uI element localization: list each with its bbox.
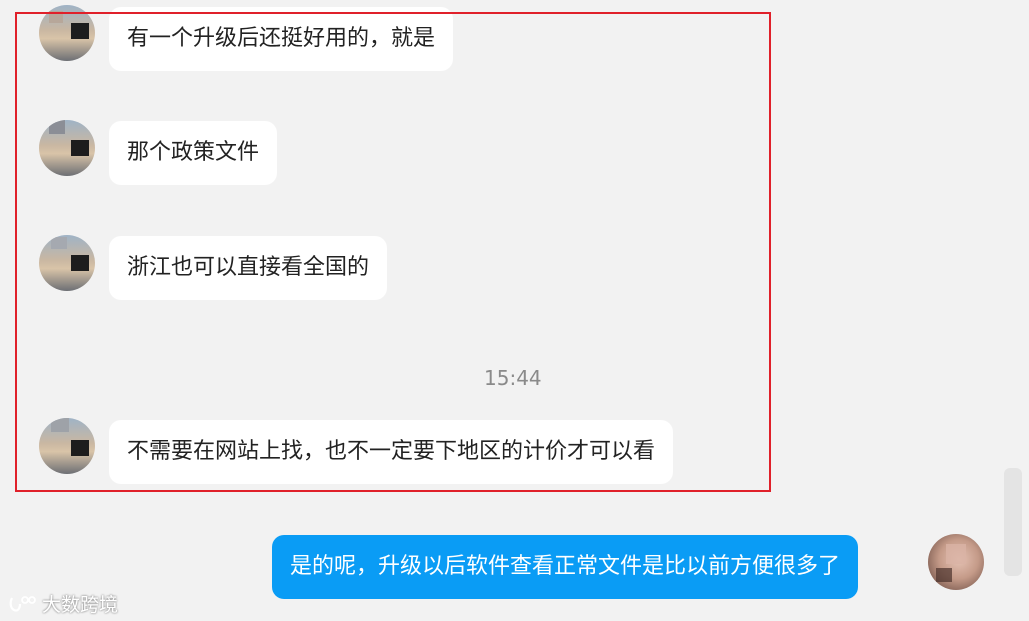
outgoing-message-bubble[interactable]: 是的呢，升级以后软件查看正常文件是比以前方便很多了 xyxy=(272,535,859,599)
watermark: 大数跨境 xyxy=(8,590,118,617)
my-avatar[interactable] xyxy=(928,534,984,590)
chat-window: 有一个升级后还挺好用的，就是 那个政策文件 浙江也可以直接看全国的 15:44 … xyxy=(0,0,1029,621)
watermark-logo-icon xyxy=(9,595,36,612)
watermark-text: 大数跨境 xyxy=(42,594,119,616)
scrollbar-thumb[interactable] xyxy=(1004,468,1022,576)
highlight-box xyxy=(15,12,771,492)
